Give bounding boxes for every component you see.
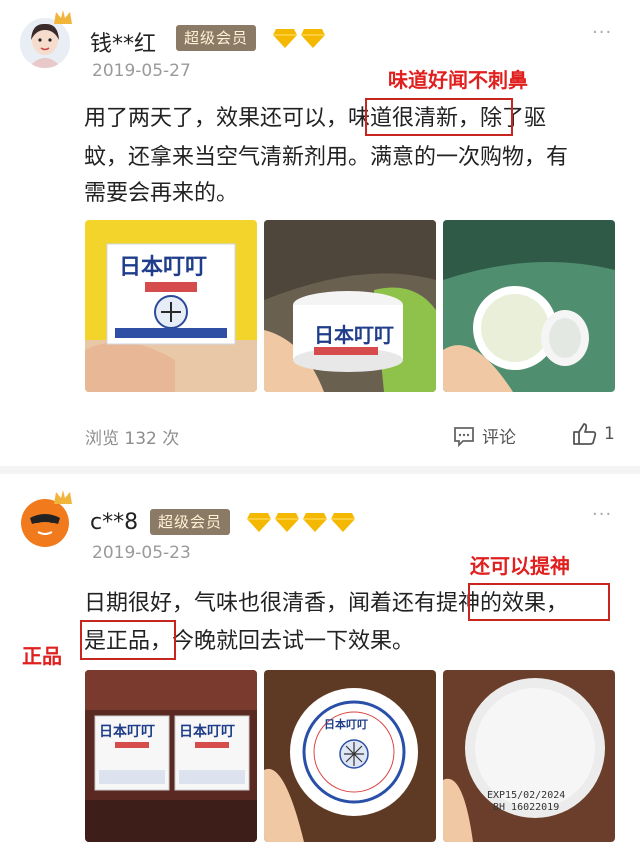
- product-label: 日本叮叮: [314, 323, 394, 347]
- product-label: 日本叮叮: [324, 717, 368, 731]
- text-segment: 用了两天了，效果还可以，: [84, 106, 349, 131]
- diamond-icon: [275, 513, 299, 532]
- comment-icon: [454, 426, 474, 447]
- member-badge: 超级会员: [176, 25, 257, 51]
- review-photo[interactable]: 日本叮叮: [264, 220, 436, 392]
- divider: [0, 466, 640, 474]
- review-text-line: 需要会再来的。: [84, 181, 239, 206]
- annotation-label: 正品: [22, 644, 62, 668]
- more-options-icon[interactable]: ···: [592, 22, 612, 43]
- review-card-1: 钱**红 超级会员 ··· 2019-05-27 味道好闻不刺鼻 用了两天了，效…: [0, 0, 640, 460]
- view-count: 浏览 132 次: [85, 429, 180, 449]
- review-text-line: 蚊，还拿来当空气清新剂用。满意的一次购物，有: [84, 145, 569, 170]
- crown-icon: [52, 8, 74, 30]
- diamond-icon: [301, 29, 325, 48]
- member-badge: 超级会员: [150, 509, 231, 535]
- review-photo[interactable]: 日本叮叮 日本叮叮: [85, 670, 257, 842]
- like-button[interactable]: 1: [572, 422, 615, 446]
- text-segment: 今晚就回去试一下效果。: [172, 629, 415, 654]
- review-photo[interactable]: EXP15/02/2024 BH 16022019: [443, 670, 615, 842]
- product-label: 日本叮叮: [99, 723, 155, 740]
- review-photo[interactable]: 日本叮叮: [85, 220, 257, 392]
- diamond-icon: [303, 513, 327, 532]
- comment-button[interactable]: 评论: [452, 423, 516, 448]
- like-count: 1: [604, 424, 615, 444]
- diamond-icon: [273, 29, 297, 48]
- text-segment: 日期很好，气味也很清香，闻着还有: [84, 591, 437, 616]
- highlight-box: [365, 98, 513, 136]
- highlight-box: [80, 620, 176, 660]
- annotation-label: 味道好闻不刺鼻: [388, 68, 528, 92]
- comment-label: 评论: [482, 428, 516, 448]
- vip-diamonds: [272, 27, 326, 49]
- product-label: 日本叮叮: [179, 723, 235, 740]
- review-date: 2019-05-27: [92, 61, 191, 81]
- diamond-icon: [331, 513, 355, 532]
- annotation-label: 还可以提神: [470, 554, 570, 578]
- expiry-print: EXP15/02/2024: [487, 790, 565, 801]
- thumbs-up-icon: [573, 423, 597, 445]
- more-options-icon[interactable]: ···: [592, 504, 612, 525]
- username[interactable]: 钱**红: [90, 26, 156, 58]
- highlight-box: [468, 583, 610, 621]
- product-label: 日本叮叮: [119, 255, 207, 280]
- crown-icon: [52, 488, 74, 510]
- vip-diamonds: [246, 511, 356, 533]
- review-photo[interactable]: 日本叮叮: [264, 670, 436, 842]
- review-photo[interactable]: [443, 220, 615, 392]
- username[interactable]: c**8: [90, 510, 138, 535]
- review-card-2: c**8 超级会员 ··· 2019-05-23 还可以提神 日期很好，气味也很…: [0, 474, 640, 853]
- diamond-icon: [247, 513, 271, 532]
- review-date: 2019-05-23: [92, 543, 191, 563]
- batch-print: BH 16022019: [493, 802, 559, 813]
